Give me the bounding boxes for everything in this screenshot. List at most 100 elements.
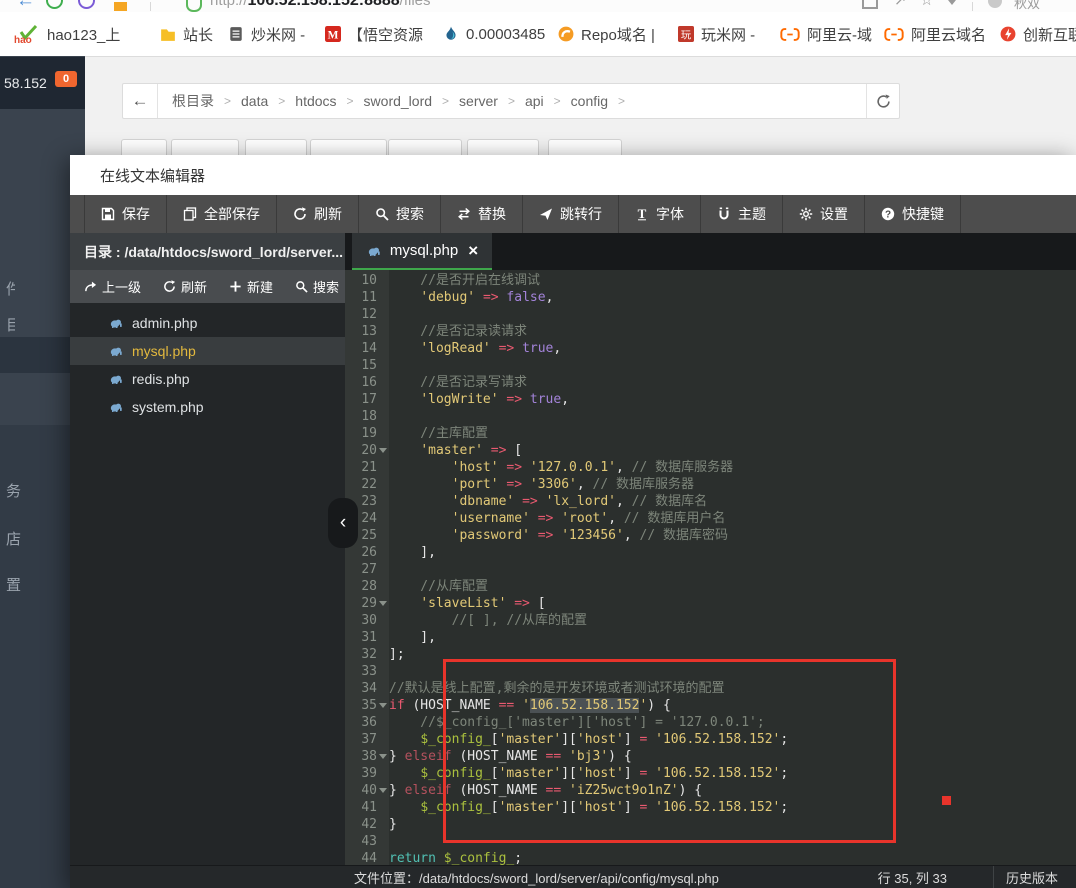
line-number-text: 33	[361, 664, 377, 679]
file-toolbar-button-cut[interactable]	[548, 139, 622, 156]
theme-icon	[717, 207, 731, 221]
fold-marker-icon[interactable]	[377, 448, 389, 453]
reload-icon[interactable]	[46, 0, 63, 9]
code-text: 'slaveList' => [	[420, 596, 546, 611]
fold-marker-icon[interactable]	[377, 788, 389, 793]
tree-tool-上一级[interactable]: 上一级	[84, 277, 141, 296]
toolbar-button-label: 刷新	[314, 206, 342, 222]
bookmark-item[interactable]: 阿里云域名	[884, 12, 986, 56]
history-version-button[interactable]: 历史版本	[993, 866, 1076, 888]
toolbar-button-快捷键[interactable]: ? 快捷键	[865, 195, 961, 233]
file-item[interactable]: mysql.php	[70, 337, 345, 365]
bookmark-item[interactable]: 0.00003485	[443, 12, 545, 56]
code-text: ];	[389, 647, 405, 662]
line-number: 21	[345, 459, 389, 476]
toolbar-button-主题[interactable]: 主题	[701, 195, 783, 233]
bookmark-item[interactable]: 阿里云-域	[780, 12, 872, 56]
code-line: 14 'logRead' => true,	[345, 340, 1076, 357]
line-number: 41	[345, 799, 389, 816]
tree-tool-刷新[interactable]: 刷新	[163, 277, 207, 296]
file-toolbar-button-cut[interactable]	[467, 139, 539, 156]
breadcrumb-item[interactable]: 根目录	[172, 91, 214, 111]
breadcrumb-item[interactable]: server	[459, 93, 498, 109]
bookmark-item[interactable]: 站长	[160, 12, 213, 56]
breadcrumb-item[interactable]: htdocs	[295, 93, 336, 109]
tree-tool-新建[interactable]: 新建	[229, 277, 273, 296]
save-all-icon	[183, 207, 197, 221]
fold-marker-icon[interactable]	[377, 703, 389, 708]
star-icon[interactable]: ☆	[920, 0, 933, 9]
caret-down-icon[interactable]	[948, 0, 956, 5]
server-list-item[interactable]: 58.152 0	[0, 57, 85, 109]
code-line: 27	[345, 561, 1076, 578]
toolbar-button-跳转行[interactable]: 跳转行	[523, 195, 619, 233]
svg-text:M: M	[328, 30, 339, 42]
line-number-text: 15	[361, 358, 377, 373]
toolbar-button-字体[interactable]: T 字体	[619, 195, 701, 233]
toolbar-button-搜索[interactable]: 搜索	[359, 195, 441, 233]
url-host: 106.52.158.152:8888	[247, 0, 400, 9]
line-number: 40	[345, 782, 389, 799]
line-number-text: 14	[361, 341, 377, 356]
extension-icon[interactable]	[78, 0, 95, 9]
code-line: 22 'port' => '3306', // 数据库服务器	[345, 476, 1076, 493]
goto-line-icon	[539, 207, 553, 221]
refresh-path-button[interactable]	[866, 84, 899, 118]
back-icon[interactable]: ←	[16, 0, 35, 12]
toolbar-button-设置[interactable]: 设置	[783, 195, 865, 233]
fold-marker-icon[interactable]	[377, 754, 389, 759]
file-item[interactable]: redis.php	[70, 365, 345, 393]
close-tab-icon[interactable]: ×	[468, 242, 478, 259]
line-number-text: 30	[361, 613, 377, 628]
file-tree-panel: 目录 : /data/htdocs/sword_lord/server... 上…	[70, 233, 345, 865]
sidebar-collapse-handle[interactable]: ‹	[328, 498, 358, 548]
modal-title: 在线文本编辑器	[100, 167, 206, 185]
breadcrumb-item[interactable]: sword_lord	[364, 93, 432, 109]
code-text: return $_config_;	[389, 851, 523, 865]
bookmark-item[interactable]: hao hao123_上	[14, 12, 120, 56]
file-toolbar-button-cut[interactable]	[245, 139, 307, 156]
line-number-text: 42	[361, 817, 377, 832]
bookmark-label: Repo域名 |	[581, 26, 655, 44]
line-number-text: 17	[361, 392, 377, 407]
breadcrumb: ← 根目录 > data > htdocs > sword_lord > server > api >…	[122, 83, 900, 119]
apps-icon[interactable]	[862, 0, 878, 9]
line-number-text: 41	[361, 800, 377, 815]
chrome-divider	[150, 2, 151, 11]
fold-marker-icon[interactable]	[377, 601, 389, 606]
file-item[interactable]: system.php	[70, 393, 345, 421]
line-number: 36	[345, 714, 389, 731]
breadcrumb-item[interactable]: config	[571, 93, 608, 109]
breadcrumb-item[interactable]: api	[525, 93, 544, 109]
toolbar-button-保存[interactable]: 保存	[84, 195, 167, 233]
security-shield-icon[interactable]	[186, 0, 202, 12]
bolt-badge-icon	[1000, 26, 1016, 42]
code-line: 12	[345, 306, 1076, 323]
bookmark-item[interactable]: 炒米网 -	[228, 12, 305, 56]
file-item[interactable]: admin.php	[70, 309, 345, 337]
code-text: ],	[389, 545, 436, 560]
bookmark-item[interactable]: Repo域名 |	[558, 12, 655, 56]
bookmark-item[interactable]: 玩玩米网 -	[678, 12, 755, 56]
file-toolbar-button-cut[interactable]	[388, 139, 462, 156]
tree-tool-搜索[interactable]: 搜索	[295, 277, 339, 296]
home-icon[interactable]	[114, 2, 127, 11]
toolbar-button-全部保存[interactable]: 全部保存	[167, 195, 277, 233]
toolbar-button-刷新[interactable]: 刷新	[277, 195, 359, 233]
breadcrumb-item[interactable]: data	[241, 93, 268, 109]
annotation-dot	[942, 796, 951, 805]
tab-mysql-php[interactable]: mysql.php ×	[352, 233, 492, 270]
file-toolbar-button-cut[interactable]	[121, 139, 167, 156]
line-number: 27	[345, 561, 389, 578]
bookmark-item[interactable]: 创新互联	[1000, 12, 1076, 56]
line-number-text: 26	[361, 545, 377, 560]
file-toolbar-button-cut[interactable]	[310, 139, 387, 156]
avatar[interactable]	[988, 0, 1002, 8]
bookmark-item[interactable]: M 【悟空资源	[325, 12, 423, 56]
bookmark-label: 创新互联	[1023, 26, 1076, 44]
share-icon[interactable]: ↗	[894, 0, 907, 9]
back-button[interactable]: ←	[123, 84, 158, 118]
file-toolbar-button-cut[interactable]	[171, 139, 239, 156]
url-bar[interactable]: http://106.52.158.152:8888/files	[210, 0, 431, 11]
toolbar-button-替换[interactable]: 替换	[441, 195, 523, 233]
